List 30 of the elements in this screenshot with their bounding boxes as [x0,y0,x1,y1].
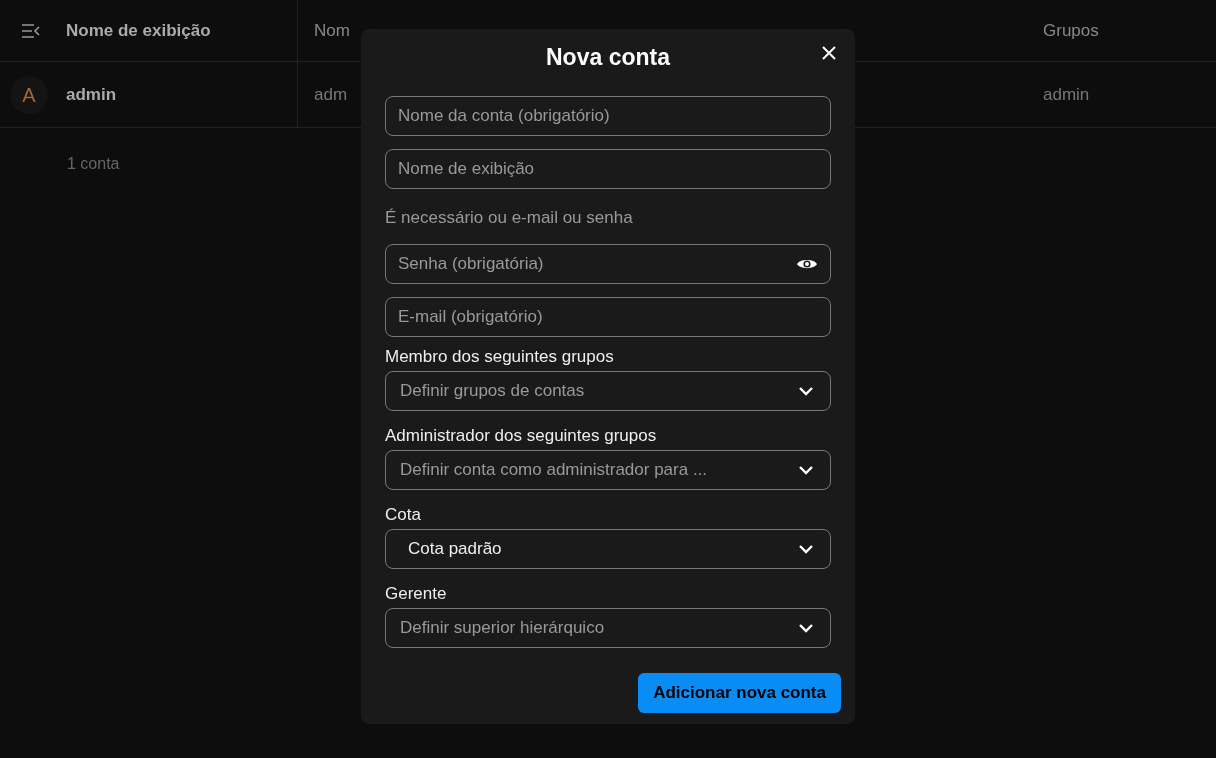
close-icon [821,45,837,61]
chevron-down-icon [798,623,814,633]
chevron-down-icon [798,544,814,554]
hint-text: É necessário ou e-mail ou senha [385,207,633,230]
input-field[interactable]: E-mail (obrigatório) [385,297,831,337]
table-cell-text: adm [314,83,348,106]
table-cell-text: admin [66,83,117,106]
dialog-title: Nova conta [546,42,670,72]
select-field[interactable]: Definir grupos de contas [385,371,831,411]
eye-icon[interactable] [796,257,818,271]
field-label: Membro dos seguintes grupos [385,346,614,369]
input-field[interactable]: Nome de exibição [385,149,831,189]
menu-collapse-icon[interactable] [22,23,40,38]
field-label: Gerente [385,583,447,606]
select-field[interactable]: Definir superior hierárquico [385,608,831,648]
input-field[interactable]: Senha (obrigatória) [385,244,831,284]
submit-button[interactable]: Adicionar nova conta [638,673,841,713]
table-cell-text: admin [1043,83,1090,106]
chevron-down-icon [798,465,814,475]
column-header[interactable]: Nome de exibição [66,17,211,44]
avatar: A [10,75,48,114]
select-field[interactable]: Definir conta como administrador para ... [385,450,831,490]
select-field[interactable]: Cota padrão [385,529,831,569]
field-label: Administrador dos seguintes grupos [385,425,657,448]
chevron-down-icon [798,386,814,396]
column-header[interactable]: Nom [314,17,350,44]
field-label: Cota [385,504,421,527]
account-count: 1 conta [67,155,120,172]
column-header[interactable]: Grupos [1043,17,1099,44]
input-field[interactable]: Nome da conta (obrigatório) [385,96,831,136]
